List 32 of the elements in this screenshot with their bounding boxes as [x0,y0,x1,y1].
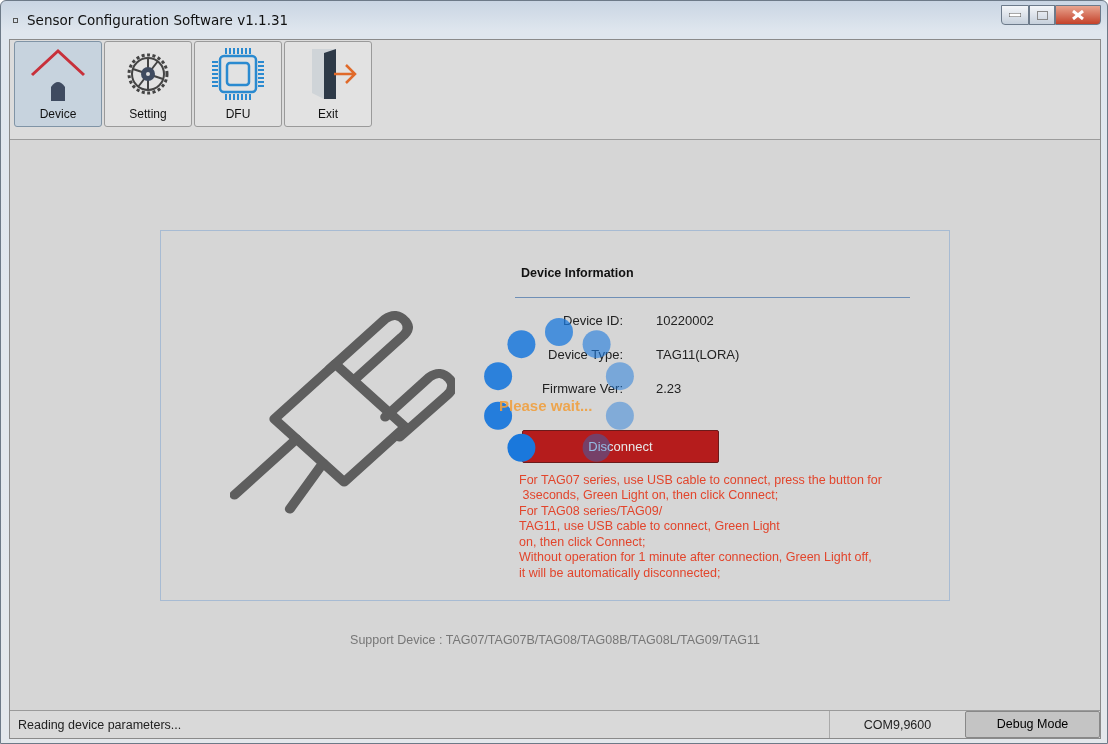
maximize-icon [1036,10,1048,20]
port-status: COM9,9600 [862,717,933,734]
instruction-line: Without operation for 1 minute after connection, Green Light off, [519,550,873,566]
minimize-button[interactable] [1001,5,1029,25]
window-title: Sensor Configuration Software v1.1.31 [27,10,289,30]
toolbar-button[interactable]: DFU [194,41,282,127]
toolbar-button[interactable]: Exit [284,41,372,127]
field-value: TAG11(LORA) [656,346,740,364]
field-value: 10220002 [656,312,714,330]
maximize-button[interactable] [1029,5,1055,25]
toolbar-button[interactable]: Device [14,41,102,127]
instruction-line: 3seconds, Green Light on, then click Connect; [521,488,780,504]
instruction-line: TAG11, use USB cable to connect, Green Light [519,519,781,535]
field-label: Firmware Ver: [541,380,623,398]
debug-mode-button[interactable]: Debug Mode [965,711,1100,738]
toolbar-button[interactable]: Setting [104,41,192,127]
instruction-line: on, then click Connect; [519,534,647,551]
minimize-icon [1009,13,1021,17]
field-value: 2.23 [656,380,682,398]
close-icon [1072,10,1084,20]
support-devices-text: Support Device : TAG07/TAG07B/TAG08/TAG08B/TAG08L/TAG09/TAG11 [350,632,760,649]
field-label: Device Type: [547,346,623,364]
instruction-line: it will be automatically disconnected; [519,565,722,582]
plug-icon [230,309,455,514]
status-message: Reading device parameters... [10,711,830,738]
system-menu-icon[interactable] [13,17,18,23]
instruction-line: For TAG07 series, use USB cable to connect, press the button for [519,472,883,489]
field-label: Device ID: [562,312,623,330]
instruction-line: For TAG08 series/TAG09/ [519,503,664,520]
section-heading: Device Information [515,264,910,298]
close-button[interactable] [1055,5,1101,25]
disconnect-button[interactable]: Disconnect [522,429,719,463]
